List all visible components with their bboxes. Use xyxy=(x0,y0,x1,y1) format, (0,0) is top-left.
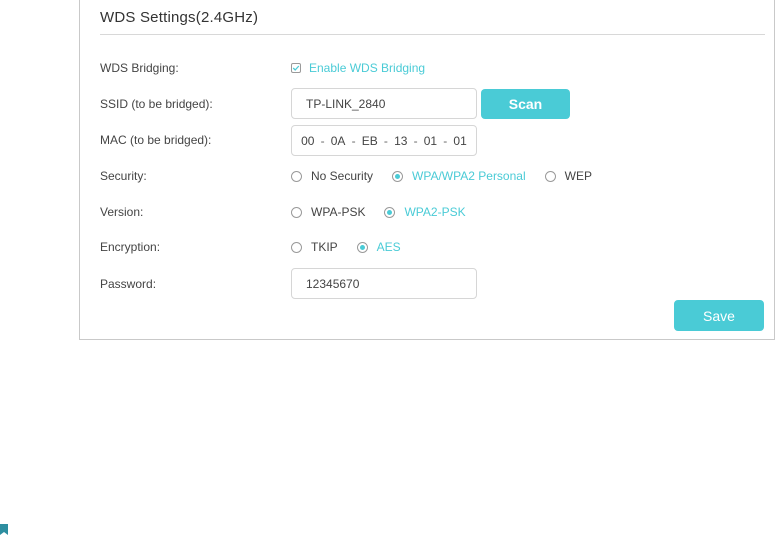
wds-settings-panel: WDS Settings(2.4GHz) WDS Bridging: Enabl… xyxy=(79,0,775,340)
version-option-wpa2-psk[interactable]: WPA2-PSK xyxy=(384,205,466,219)
ssid-input[interactable]: TP-LINK_2840 xyxy=(291,88,477,119)
save-button[interactable]: Save xyxy=(674,300,764,331)
security-option-no-security[interactable]: No Security xyxy=(291,169,373,183)
option-label: WPA2-PSK xyxy=(404,205,466,219)
option-label: WPA/WPA2 Personal xyxy=(412,169,526,183)
mac-octet-1[interactable]: 00 xyxy=(301,134,314,148)
mac-separator: - xyxy=(443,133,448,148)
option-label: WEP xyxy=(564,169,592,183)
enable-wds-checkbox[interactable]: Enable WDS Bridging xyxy=(291,61,425,75)
mac-octet-3[interactable]: EB xyxy=(362,134,378,148)
mac-octet-5[interactable]: 01 xyxy=(424,134,437,148)
mac-separator: - xyxy=(383,133,388,148)
security-option-wpa-personal[interactable]: WPA/WPA2 Personal xyxy=(392,169,526,183)
mac-input[interactable]: 00 - 0A - EB - 13 - 01 - 01 xyxy=(291,125,477,156)
panel-title: WDS Settings(2.4GHz) xyxy=(100,9,259,26)
bookmark-icon[interactable] xyxy=(0,524,8,535)
password-label: Password: xyxy=(100,277,157,291)
encryption-label: Encryption: xyxy=(100,240,161,254)
mac-octet-6[interactable]: 01 xyxy=(453,134,466,148)
scan-button[interactable]: Scan xyxy=(481,89,570,119)
mac-octet-2[interactable]: 0A xyxy=(331,134,346,148)
option-label: TKIP xyxy=(311,240,338,254)
security-option-wep[interactable]: WEP xyxy=(544,169,592,183)
security-label: Security: xyxy=(100,169,147,183)
radio-selected-icon[interactable] xyxy=(392,170,404,182)
mac-separator: - xyxy=(413,133,418,148)
wds-bridging-label: WDS Bridging: xyxy=(100,61,179,75)
radio-icon[interactable] xyxy=(291,241,302,253)
option-label: WPA-PSK xyxy=(311,205,366,219)
check-icon[interactable] xyxy=(291,63,301,73)
radio-selected-icon[interactable] xyxy=(356,241,368,253)
mac-separator: - xyxy=(351,133,356,148)
password-input[interactable]: 12345670 xyxy=(291,268,477,299)
title-divider xyxy=(100,34,765,35)
version-label: Version: xyxy=(100,205,144,219)
mac-label: MAC (to be bridged): xyxy=(100,133,212,147)
encryption-option-aes[interactable]: AES xyxy=(356,240,401,254)
encryption-option-tkip[interactable]: TKIP xyxy=(291,240,338,254)
radio-icon[interactable] xyxy=(291,170,302,182)
radio-icon[interactable] xyxy=(544,170,556,182)
mac-separator: - xyxy=(320,133,325,148)
option-label: No Security xyxy=(311,169,374,183)
ssid-label: SSID (to be bridged): xyxy=(100,97,213,111)
mac-octet-4[interactable]: 13 xyxy=(394,134,407,148)
enable-wds-label: Enable WDS Bridging xyxy=(309,61,426,75)
radio-selected-icon[interactable] xyxy=(384,206,396,218)
option-label: AES xyxy=(376,240,401,254)
radio-icon[interactable] xyxy=(291,206,302,218)
version-option-wpa-psk[interactable]: WPA-PSK xyxy=(291,205,365,219)
